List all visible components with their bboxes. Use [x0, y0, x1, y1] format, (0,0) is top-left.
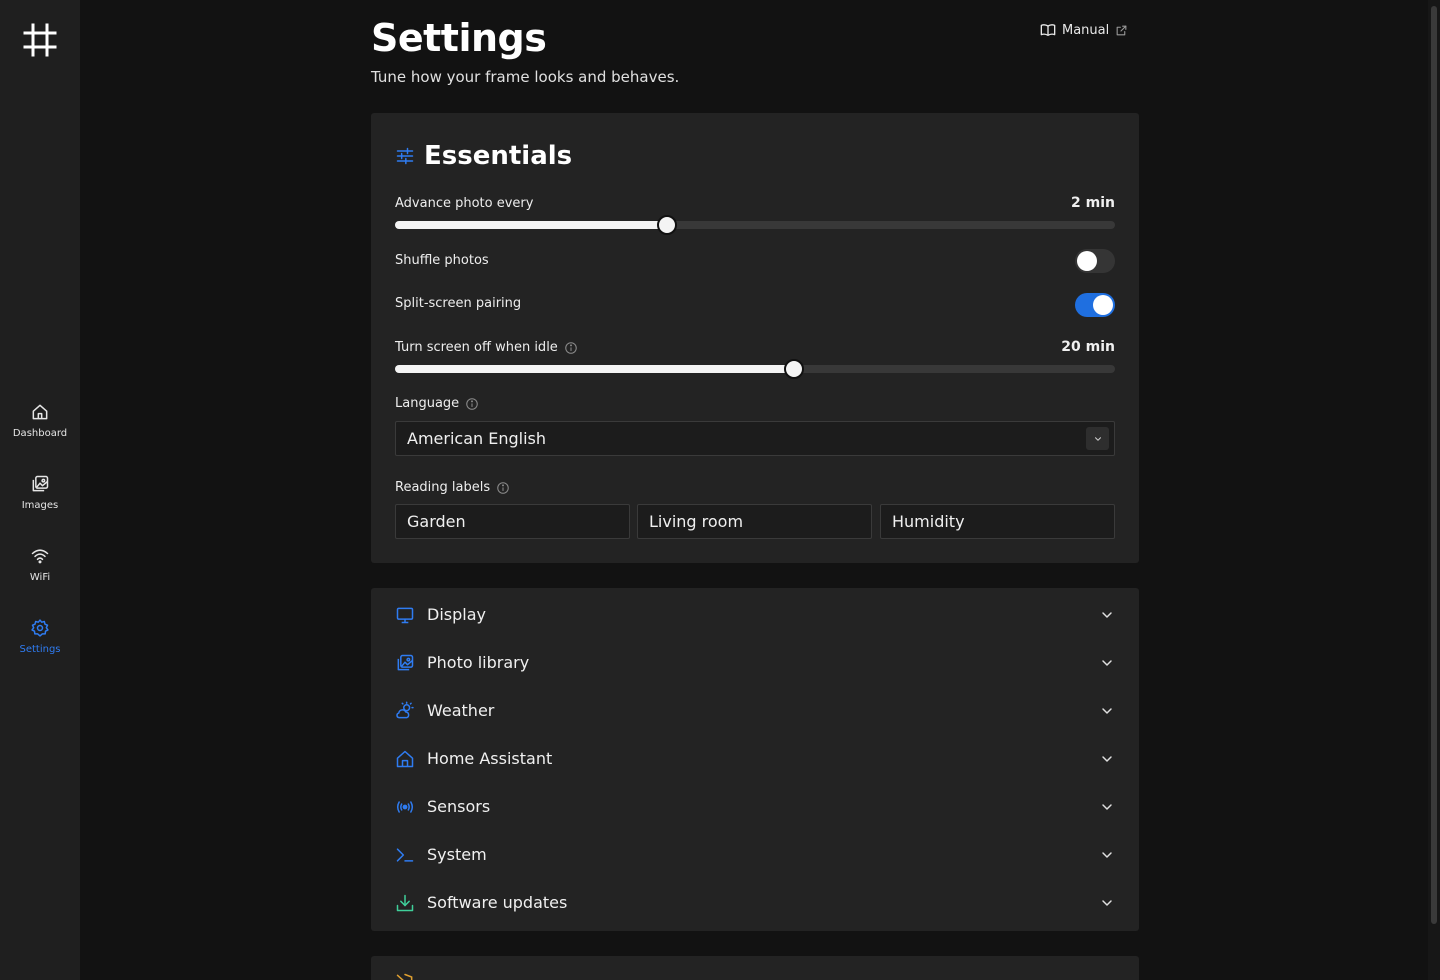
chevron-down-icon: [1102, 612, 1112, 618]
section-label: Home Assistant: [427, 749, 553, 768]
weather-icon: [396, 701, 414, 719]
toggle-knob: [1077, 251, 1097, 271]
slider-thumb[interactable]: [783, 359, 804, 379]
sidebar: Dashboard Images WiFi Settings: [0, 0, 80, 980]
images-icon: [32, 475, 49, 492]
download-icon: [396, 894, 414, 912]
sidebar-item-label: WiFi: [29, 572, 51, 583]
chevron-down-icon: [1102, 660, 1112, 666]
section-weather[interactable]: Weather: [371, 687, 1139, 735]
sidebar-item-dashboard[interactable]: Dashboard: [0, 396, 80, 468]
chevron-down-icon[interactable]: [1086, 427, 1109, 450]
sidebar-item-label: Dashboard: [12, 428, 68, 439]
shuffle-toggle[interactable]: [1075, 249, 1115, 273]
slider-fill: [395, 221, 668, 229]
toggle-knob: [1093, 295, 1113, 315]
advance-label-row: Advance photo every: [395, 196, 533, 211]
section-label: Sensors: [427, 797, 491, 816]
security-card[interactable]: [371, 956, 1139, 980]
section-label: Photo library: [427, 653, 530, 672]
sections-card: Display Photo library Weather Home Assis…: [371, 588, 1139, 931]
slider-fill: [395, 365, 794, 373]
reading-label-input-3[interactable]: [880, 504, 1115, 539]
book-icon: [1040, 24, 1056, 36]
section-home-assistant[interactable]: Home Assistant: [371, 735, 1139, 783]
reading-label-input-1[interactable]: [395, 504, 630, 539]
advance-label: Advance photo every: [395, 196, 534, 211]
screen-off-label: Turn screen off when idle: [395, 340, 558, 355]
section-sensors[interactable]: Sensors: [371, 783, 1139, 831]
screen-off-value: 20 min: [1061, 339, 1115, 355]
page-title: Settings: [371, 16, 547, 60]
sidebar-item-label: Settings: [19, 644, 61, 655]
frame-icon[interactable]: [22, 22, 58, 58]
wifi-icon: [31, 549, 49, 564]
section-label: Software updates: [427, 893, 568, 912]
info-icon[interactable]: [496, 481, 510, 495]
language-label: Language: [395, 396, 460, 411]
section-label: Display: [427, 605, 486, 624]
sidebar-item-images[interactable]: Images: [0, 468, 80, 540]
home-icon: [32, 404, 48, 420]
home-assistant-icon: [396, 750, 414, 768]
security-icon: [396, 973, 413, 980]
info-icon[interactable]: [465, 397, 479, 411]
chevron-down-icon: [1102, 852, 1112, 858]
advance-value: 2 min: [1071, 195, 1115, 211]
section-label: Weather: [427, 701, 495, 720]
sidebar-item-label: Images: [21, 500, 59, 511]
essentials-header: Essentials: [395, 141, 572, 171]
split-screen-label-row: Split-screen pairing: [395, 296, 521, 311]
screen-off-label-row: Turn screen off when idle: [395, 340, 578, 355]
section-label: System: [427, 845, 487, 864]
manual-label: Manual: [1062, 22, 1110, 38]
external-link-icon: [1116, 25, 1127, 35]
language-select-value: American English: [407, 429, 546, 448]
screen-off-slider[interactable]: [395, 359, 1115, 379]
chevron-down-icon: [1102, 804, 1112, 810]
split-screen-label: Split-screen pairing: [395, 296, 522, 311]
info-icon[interactable]: [564, 341, 578, 355]
monitor-icon: [396, 607, 414, 624]
chevron-down-icon: [1102, 756, 1112, 762]
section-system[interactable]: System: [371, 831, 1139, 879]
terminal-icon: [396, 848, 414, 862]
essentials-title: Essentials: [424, 141, 573, 171]
reading-labels-label-row: Reading labels: [395, 480, 510, 495]
manual-link[interactable]: Manual: [1040, 20, 1128, 40]
sidebar-item-wifi[interactable]: WiFi: [0, 540, 80, 612]
page-scrollbar[interactable]: [1428, 0, 1440, 980]
scrollbar-thumb[interactable]: [1431, 6, 1437, 924]
page-subtitle: Tune how your frame looks and behaves.: [371, 68, 680, 86]
split-screen-toggle[interactable]: [1075, 293, 1115, 317]
advance-slider[interactable]: [395, 215, 1115, 235]
gear-icon: [31, 619, 49, 637]
shuffle-label: Shuffle photos: [395, 253, 489, 268]
section-software-updates[interactable]: Software updates: [371, 879, 1139, 927]
shuffle-label-row: Shuffle photos: [395, 253, 489, 268]
slider-thumb[interactable]: [657, 215, 678, 235]
chevron-down-icon: [1102, 708, 1112, 714]
reading-labels-label: Reading labels: [395, 480, 491, 495]
language-label-row: Language: [395, 396, 479, 411]
language-select[interactable]: American English: [395, 421, 1115, 456]
chevron-down-icon: [1102, 900, 1112, 906]
sidebar-nav: Dashboard Images WiFi Settings: [0, 396, 80, 684]
reading-label-input-2[interactable]: [637, 504, 872, 539]
sliders-icon: [396, 147, 414, 165]
sidebar-item-settings[interactable]: Settings: [0, 612, 80, 684]
sensors-icon: [396, 801, 414, 813]
essentials-card: Essentials Advance photo every 2 min Shu…: [371, 113, 1139, 563]
photo-library-icon: [397, 654, 414, 671]
section-display[interactable]: Display: [371, 591, 1139, 639]
section-photo-library[interactable]: Photo library: [371, 639, 1139, 687]
